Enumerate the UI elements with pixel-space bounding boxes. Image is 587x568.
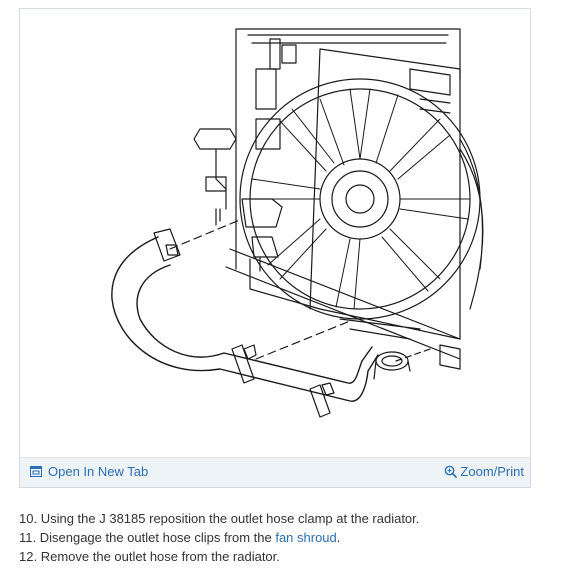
figure-toolbar: Open In New Tab Zoom/Print [20,457,530,487]
step-item: 10. Using the J 38185 reposition the out… [19,509,419,528]
step-number: 12. [19,549,38,564]
instruction-steps: 10. Using the J 38185 reposition the out… [19,509,419,566]
fan-shroud-link[interactable]: fan shroud [275,530,336,545]
figure-container: Open In New Tab Zoom/Print [19,8,531,488]
open-in-new-tab-label: Open In New Tab [48,464,149,479]
step-text-end: . [336,530,341,545]
zoom-print-link[interactable]: Zoom/Print [444,464,524,479]
step-text: Using the J 38185 reposition the outlet … [40,511,420,526]
step-text: Disengage the outlet hose clips from the [39,530,276,545]
step-number: 10. [19,511,38,526]
zoom-print-label: Zoom/Print [460,464,524,479]
step-item: 11. Disengage the outlet hose clips from… [19,528,419,547]
step-item: 12. Remove the outlet hose from the radi… [19,547,419,566]
radiator-outlet-hose-diagram [111,28,484,418]
step-number: 11. [19,530,37,545]
open-in-new-tab-link[interactable]: Open In New Tab [30,464,148,479]
open-in-new-tab-icon [30,466,42,477]
zoom-in-icon [445,465,458,478]
step-text: Remove the outlet hose from the radiator… [40,549,280,564]
